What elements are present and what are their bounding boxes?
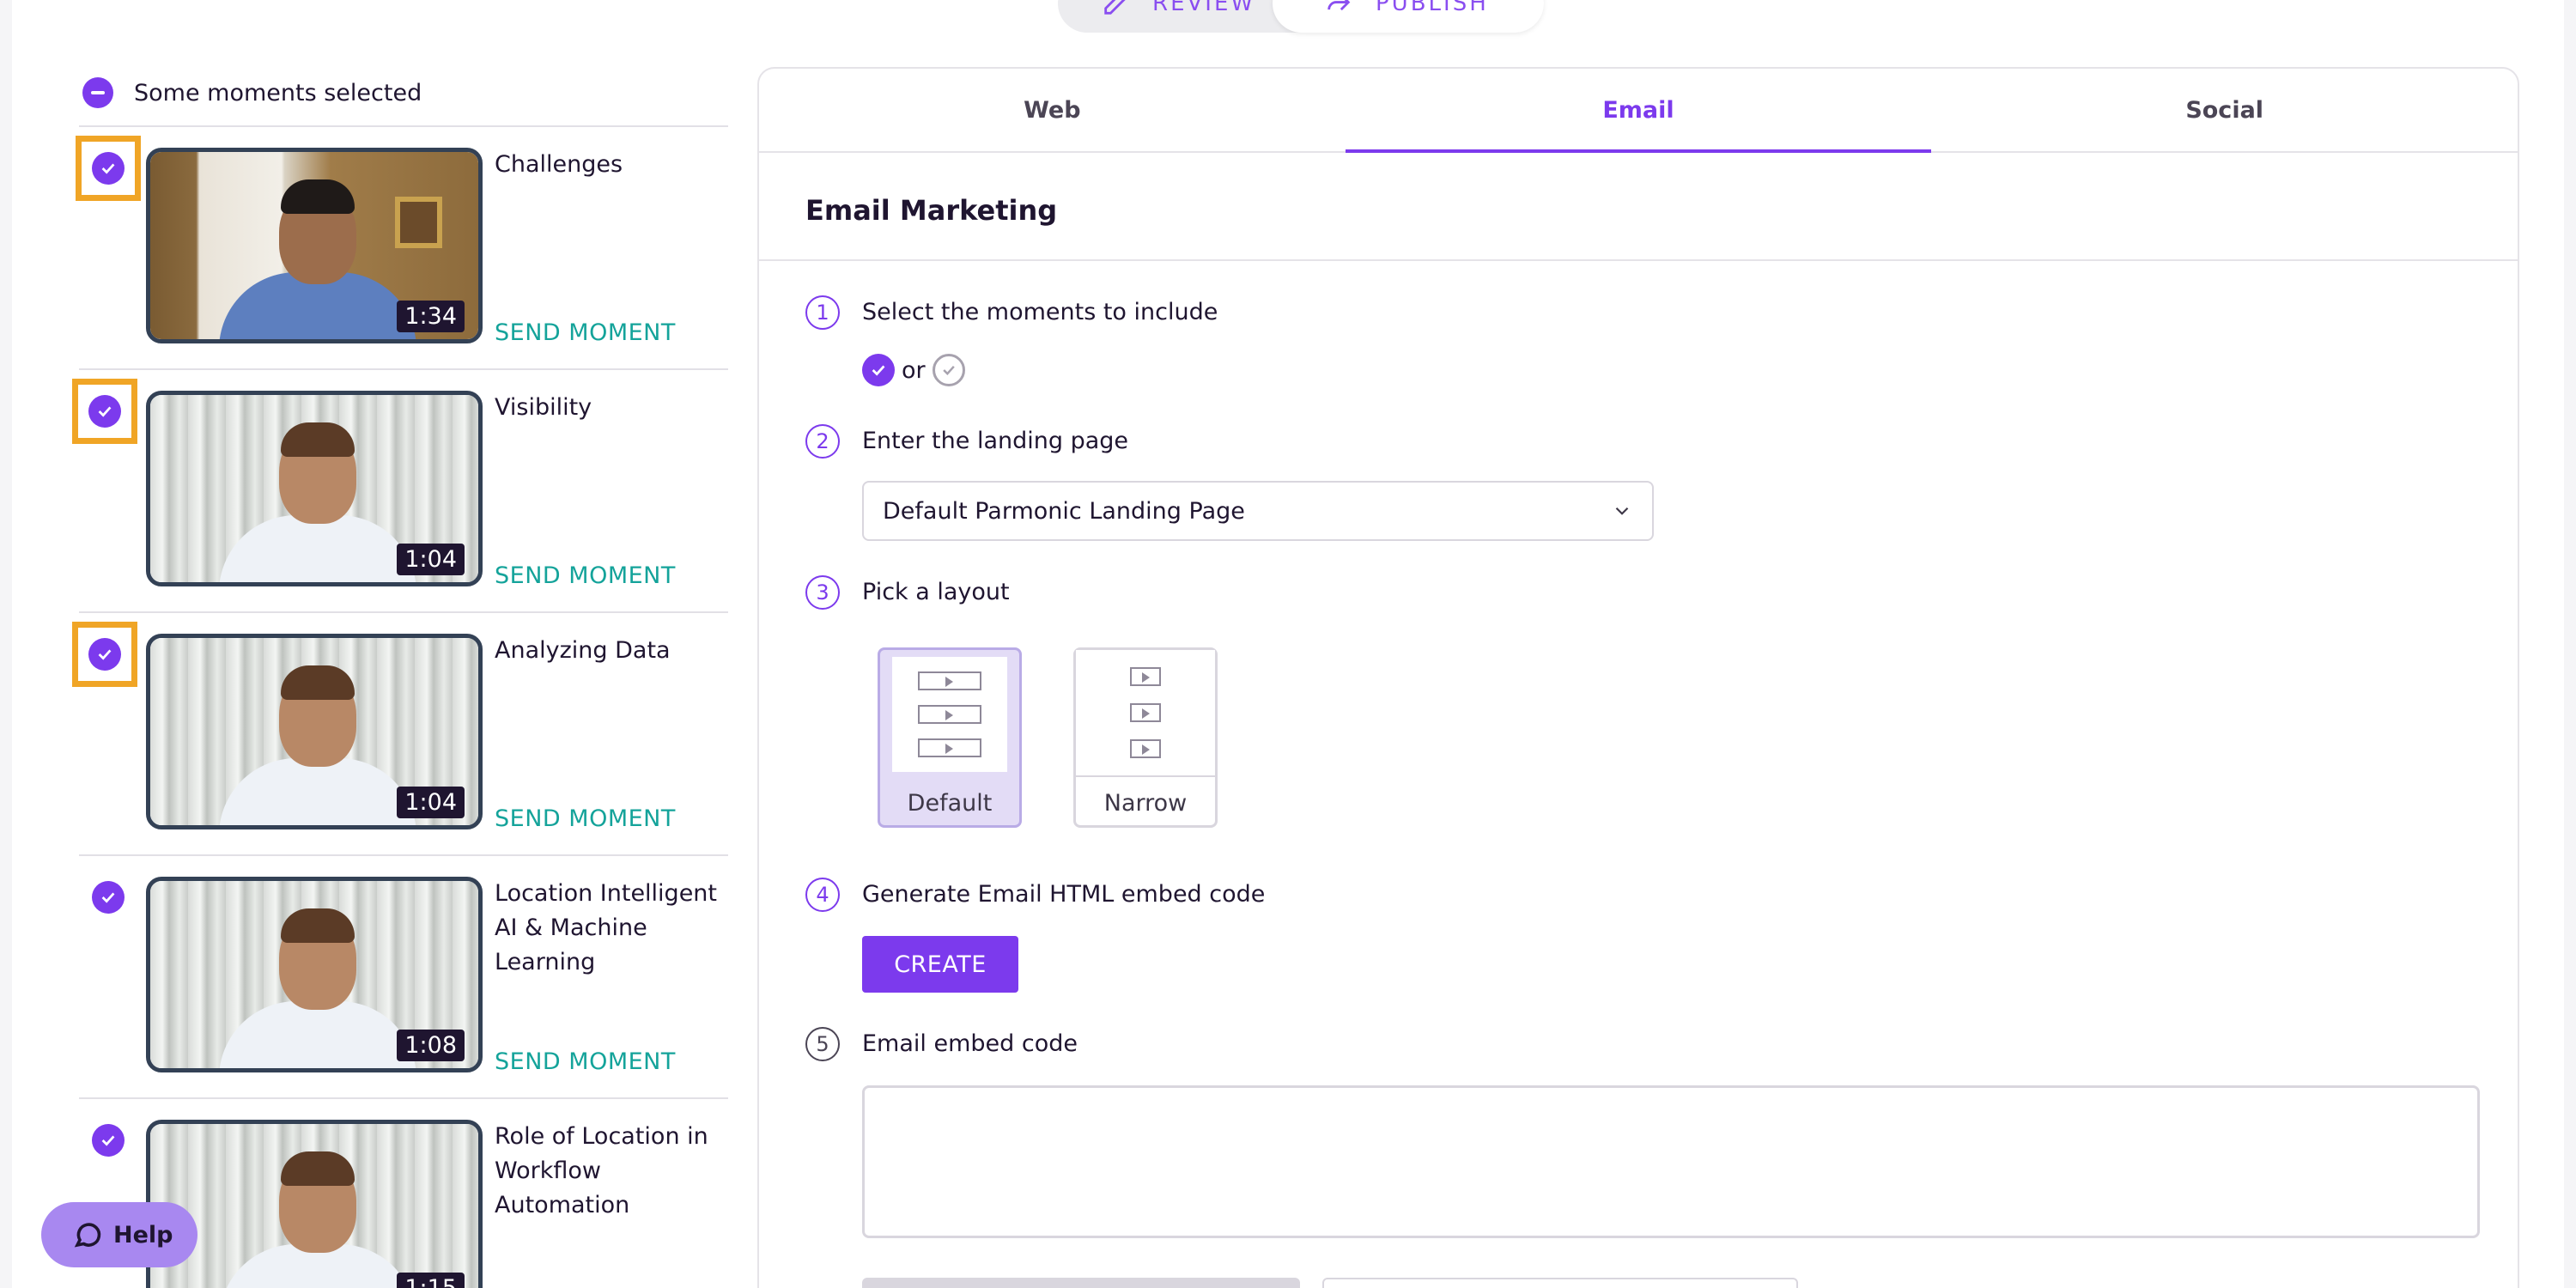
moment-title: Visibility xyxy=(495,394,592,421)
send-moment-link[interactable]: SEND MOMENT xyxy=(495,319,676,346)
landing-page-value: Default Parmonic Landing Page xyxy=(883,497,1245,525)
moment-thumbnail[interactable]: 1:04 xyxy=(146,634,483,829)
send-moment-link[interactable]: SEND MOMENT xyxy=(495,1048,676,1075)
moment-thumbnail[interactable]: 1:15 xyxy=(146,1120,483,1288)
selected-check-icon xyxy=(862,354,895,386)
section-divider xyxy=(759,259,2518,261)
moment-row: 1:34 Challenges SEND MOMENT xyxy=(76,125,728,368)
moment-title: Challenges xyxy=(495,151,623,178)
or-text: or xyxy=(902,356,926,384)
step-label: Enter the landing page xyxy=(862,428,1129,454)
check-icon xyxy=(101,163,115,174)
duration-badge: 1:34 xyxy=(397,301,465,332)
moment-checkbox-highlight xyxy=(72,622,137,687)
step-number: 5 xyxy=(805,1027,840,1061)
partial-select-checkbox[interactable] xyxy=(82,77,113,108)
secondary-button[interactable] xyxy=(1322,1278,1798,1288)
moment-row: 1:08 Location Intelligent AI & Machine L… xyxy=(79,854,728,1097)
selection-hint: or xyxy=(862,354,965,386)
tab-email[interactable]: Email xyxy=(1345,69,1932,153)
layout-narrow-option[interactable]: Narrow xyxy=(1073,647,1218,828)
duration-badge: 1:04 xyxy=(397,544,465,575)
step-label: Select the moments to include xyxy=(862,299,1218,325)
moment-checkbox[interactable] xyxy=(92,152,125,185)
step-number: 4 xyxy=(805,878,840,912)
help-label: Help xyxy=(113,1221,173,1249)
moment-checkbox[interactable] xyxy=(92,1124,125,1157)
moment-thumbnail[interactable]: 1:04 xyxy=(146,391,483,586)
layout-preview-row xyxy=(918,705,981,724)
create-button[interactable]: CREATE xyxy=(862,936,1018,993)
moment-checkbox[interactable] xyxy=(88,638,121,671)
moment-checkbox[interactable] xyxy=(88,395,121,428)
chat-icon xyxy=(74,1223,101,1248)
moment-row: 1:04 Visibility SEND MOMENT xyxy=(72,368,728,611)
review-label: REVIEW xyxy=(1152,0,1256,16)
moment-title: Role of Location in Workflow Automation xyxy=(495,1123,708,1218)
send-moment-link[interactable]: SEND MOMENT xyxy=(495,805,676,832)
publish-label: PUBLISH xyxy=(1376,0,1489,16)
step-number: 1 xyxy=(805,295,840,330)
tab-social[interactable]: Social xyxy=(1931,69,2518,151)
embed-code-field[interactable] xyxy=(862,1085,2480,1238)
moment-checkbox[interactable] xyxy=(92,881,125,914)
layout-preview-row xyxy=(918,671,981,690)
moment-title: Location Intelligent AI & Machine Learni… xyxy=(495,880,718,975)
speaker-hair xyxy=(281,1151,355,1186)
speaker-hair xyxy=(281,179,355,214)
speaker-hair xyxy=(281,422,355,457)
channel-tabs: Web Email Social xyxy=(759,69,2518,153)
step-label: Pick a layout xyxy=(862,579,1010,605)
check-icon xyxy=(98,649,112,660)
landing-page-select[interactable]: Default Parmonic Landing Page xyxy=(862,481,1654,541)
tab-web[interactable]: Web xyxy=(759,69,1346,151)
layout-default-label: Default xyxy=(907,790,993,817)
step-label: Generate Email HTML embed code xyxy=(862,881,1266,908)
moment-checkbox-wrap xyxy=(76,1108,141,1173)
select-all-label: Some moments selected xyxy=(134,79,422,106)
layout-default-option[interactable]: Default xyxy=(878,647,1022,828)
moment-list: 1:34 Challenges SEND MOMENT 1:04 Visibil… xyxy=(72,125,728,1288)
speaker-hair xyxy=(281,908,355,943)
duration-badge: 1:15 xyxy=(397,1273,465,1288)
pencil-icon xyxy=(1104,0,1126,15)
moment-checkbox-highlight xyxy=(72,379,137,444)
send-moment-link[interactable]: SEND MOMENT xyxy=(495,562,676,589)
page: REVIEW PUBLISH Some moments selected 1:3… xyxy=(12,0,2564,1288)
duration-badge: 1:04 xyxy=(397,787,465,818)
unselected-check-icon xyxy=(932,354,965,386)
moment-checkbox-highlight xyxy=(76,136,141,201)
help-button[interactable]: Help xyxy=(41,1202,197,1267)
layout-preview-row xyxy=(1130,667,1161,686)
publish-button[interactable]: PUBLISH xyxy=(1273,0,1544,33)
check-icon xyxy=(101,1135,115,1146)
layout-preview-row xyxy=(918,738,981,757)
chevron-down-icon xyxy=(1615,507,1629,515)
moment-thumbnail[interactable]: 1:34 xyxy=(146,148,483,343)
moment-thumbnail[interactable]: 1:08 xyxy=(146,877,483,1072)
layout-narrow-preview xyxy=(1076,650,1215,777)
publish-card: Web Email Social Email Marketing 1 Selec… xyxy=(757,67,2519,1288)
layout-default-preview xyxy=(892,657,1007,772)
share-icon xyxy=(1327,0,1351,11)
layout-preview-row xyxy=(1130,739,1161,758)
layout-narrow-label: Narrow xyxy=(1103,790,1188,817)
mode-toggle: REVIEW PUBLISH xyxy=(1058,0,1544,33)
duration-badge: 1:08 xyxy=(397,1030,465,1061)
step-number: 2 xyxy=(805,424,840,459)
step-number: 3 xyxy=(805,575,840,610)
moment-title: Analyzing Data xyxy=(495,637,671,664)
check-icon xyxy=(98,406,112,417)
layout-preview-row xyxy=(1130,703,1161,722)
moment-checkbox-wrap xyxy=(76,865,141,930)
step-label: Email embed code xyxy=(862,1030,1078,1057)
speaker-hair xyxy=(281,665,355,700)
review-button[interactable]: REVIEW xyxy=(1101,0,1255,33)
wall-picture xyxy=(395,197,442,248)
copy-code-button[interactable] xyxy=(862,1278,1300,1288)
moment-row: 1:04 Analyzing Data SEND MOMENT xyxy=(72,611,728,854)
select-all-row: Some moments selected xyxy=(82,77,422,108)
check-icon xyxy=(101,892,115,903)
section-title: Email Marketing xyxy=(805,194,1058,227)
